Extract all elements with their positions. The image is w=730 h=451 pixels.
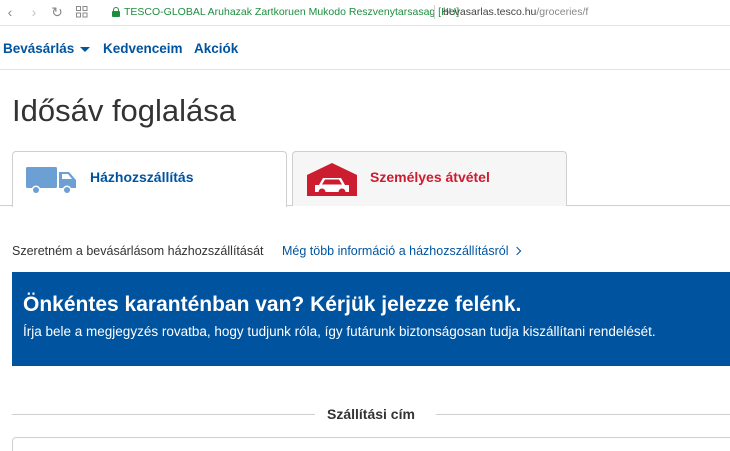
delivery-truck-icon <box>26 167 76 195</box>
site-nav: Bevásárlás Kedvenceim Akciók <box>0 27 730 70</box>
url-host: bevasarlas.tesco.hu <box>443 6 537 18</box>
tab-home-delivery[interactable]: Házhozszállítás <box>12 151 287 207</box>
delivery-info-link-label: Még több információ a házhozszállításról <box>282 244 509 258</box>
url-separator <box>434 5 435 19</box>
page-title: Idősáv foglalása <box>12 93 237 128</box>
quarantine-banner: Önkéntes karanténban van? Kérjük jelezze… <box>12 272 730 366</box>
chevron-right-icon <box>512 246 521 256</box>
address-bar[interactable]: bevasarlas.tesco.hu/groceries/f <box>443 6 588 18</box>
back-icon[interactable]: ‹ <box>2 4 18 20</box>
apps-icon[interactable] <box>74 4 90 20</box>
delivery-info-text: Szeretném a bevásárlásom házhozszállítás… <box>12 244 264 258</box>
section-divider-right <box>436 414 730 415</box>
banner-text: Írja bele a megjegyzés rovatba, hogy tud… <box>23 324 656 339</box>
tab-home-delivery-label: Házhozszállítás <box>90 169 194 185</box>
secure-lock-icon[interactable] <box>112 7 120 17</box>
banner-title: Önkéntes karanténban van? Kérjük jelezze… <box>23 293 522 316</box>
delivery-address-box[interactable] <box>12 437 730 451</box>
section-divider-left <box>12 414 315 415</box>
nav-offers-link[interactable]: Akciók <box>194 41 238 56</box>
nav-favourites-link[interactable]: Kedvenceim <box>103 41 183 56</box>
click-and-collect-icon <box>307 163 357 196</box>
delivery-address-heading: Szállítási cím <box>327 406 415 422</box>
nav-shop-label: Bevásárlás <box>3 41 75 56</box>
chevron-down-icon <box>80 46 91 52</box>
url-path: /groceries/f <box>536 6 589 18</box>
delivery-info-link[interactable]: Még több információ a házhozszállításról <box>282 244 521 258</box>
nav-shop-menu[interactable]: Bevásárlás <box>3 41 91 56</box>
browser-toolbar: ‹ › ↻ TESCO-GLOBAL Aruhazak Zartkoruen M… <box>0 0 730 26</box>
reload-icon[interactable]: ↻ <box>49 4 65 20</box>
certificate-owner[interactable]: TESCO-GLOBAL Aruhazak Zartkoruen Mukodo … <box>124 6 459 18</box>
tab-click-and-collect-label: Személyes átvétel <box>370 169 490 185</box>
forward-icon[interactable]: › <box>26 4 42 20</box>
tab-click-and-collect[interactable]: Személyes átvétel <box>292 151 567 206</box>
